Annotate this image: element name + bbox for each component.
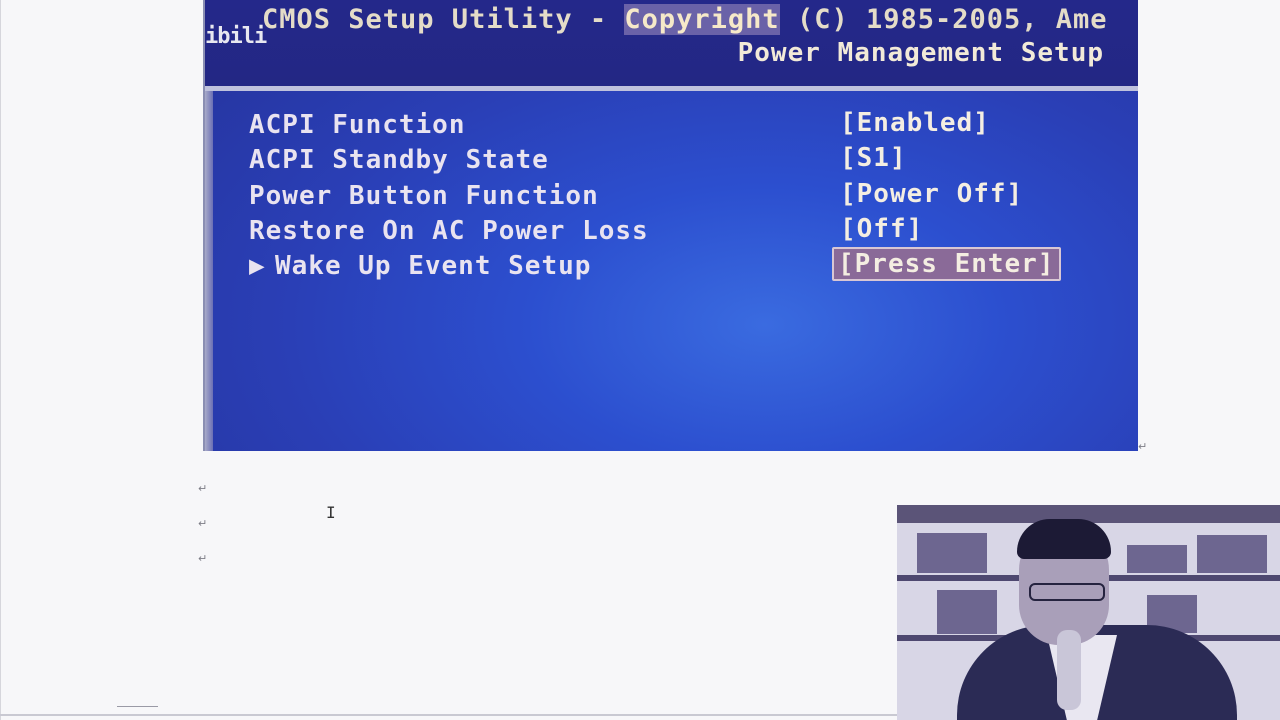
- bios-page-title: Power Management Setup: [737, 38, 1104, 68]
- bios-setting-restore-on-ac-power-loss[interactable]: Restore On AC Power Loss [Off]: [249, 214, 1109, 250]
- setting-value-selected[interactable]: [Press Enter]: [832, 247, 1061, 281]
- books: [1197, 535, 1267, 573]
- bios-setting-acpi-function[interactable]: ACPI Function [Enabled]: [249, 108, 1109, 144]
- setting-label: ▶ Wake Up Event Setup: [249, 251, 591, 281]
- paragraph-mark: ↵: [1138, 440, 1148, 453]
- presenter-hair: [1017, 519, 1111, 559]
- header-divider: [205, 86, 1138, 91]
- side-border: [205, 91, 213, 451]
- bios-copyright-line: CMOS Setup Utility - Copyright (C) 1985-…: [262, 4, 1108, 35]
- watermark-logo: ibili: [205, 24, 267, 49]
- setting-label: ACPI Standby State: [249, 145, 549, 175]
- webcam-overlay: [897, 505, 1280, 720]
- document-margin-rule: [0, 0, 1, 720]
- glasses-icon: [1029, 583, 1105, 601]
- bios-setting-wake-up-event-setup[interactable]: ▶ Wake Up Event Setup [Press Enter]: [249, 247, 1109, 285]
- microphone-icon: [1057, 630, 1081, 710]
- bios-setting-power-button-function[interactable]: Power Button Function [Power Off]: [249, 179, 1109, 215]
- bios-setting-acpi-standby-state[interactable]: ACPI Standby State [S1]: [249, 143, 1109, 179]
- setting-label-text: Wake Up Event Setup: [275, 251, 592, 281]
- paragraph-mark: ↵: [198, 552, 208, 565]
- books: [917, 533, 987, 573]
- setting-value[interactable]: [S1]: [836, 143, 911, 173]
- copyright-suffix: (C) 1985-2005, Ame: [779, 4, 1108, 35]
- setting-value[interactable]: [Power Off]: [836, 179, 1027, 209]
- paragraph-mark: ↵: [198, 482, 208, 495]
- page-indicator: [117, 706, 158, 717]
- copyright-prefix: CMOS Setup Utility -: [262, 4, 625, 35]
- submenu-arrow-icon: ▶: [249, 251, 266, 281]
- setting-label: ACPI Function: [249, 110, 466, 140]
- books: [1127, 545, 1187, 573]
- setting-value[interactable]: [Off]: [836, 214, 927, 244]
- text-cursor-icon: I: [326, 503, 336, 522]
- setting-label: Power Button Function: [249, 181, 599, 211]
- setting-value[interactable]: [Enabled]: [836, 108, 994, 138]
- paragraph-mark: ↵: [198, 517, 208, 530]
- bios-screenshot-image: ibili CMOS Setup Utility - Copyright (C)…: [203, 0, 1138, 451]
- setting-label: Restore On AC Power Loss: [249, 216, 649, 246]
- copyright-highlight: Copyright: [624, 4, 780, 35]
- books: [937, 590, 997, 634]
